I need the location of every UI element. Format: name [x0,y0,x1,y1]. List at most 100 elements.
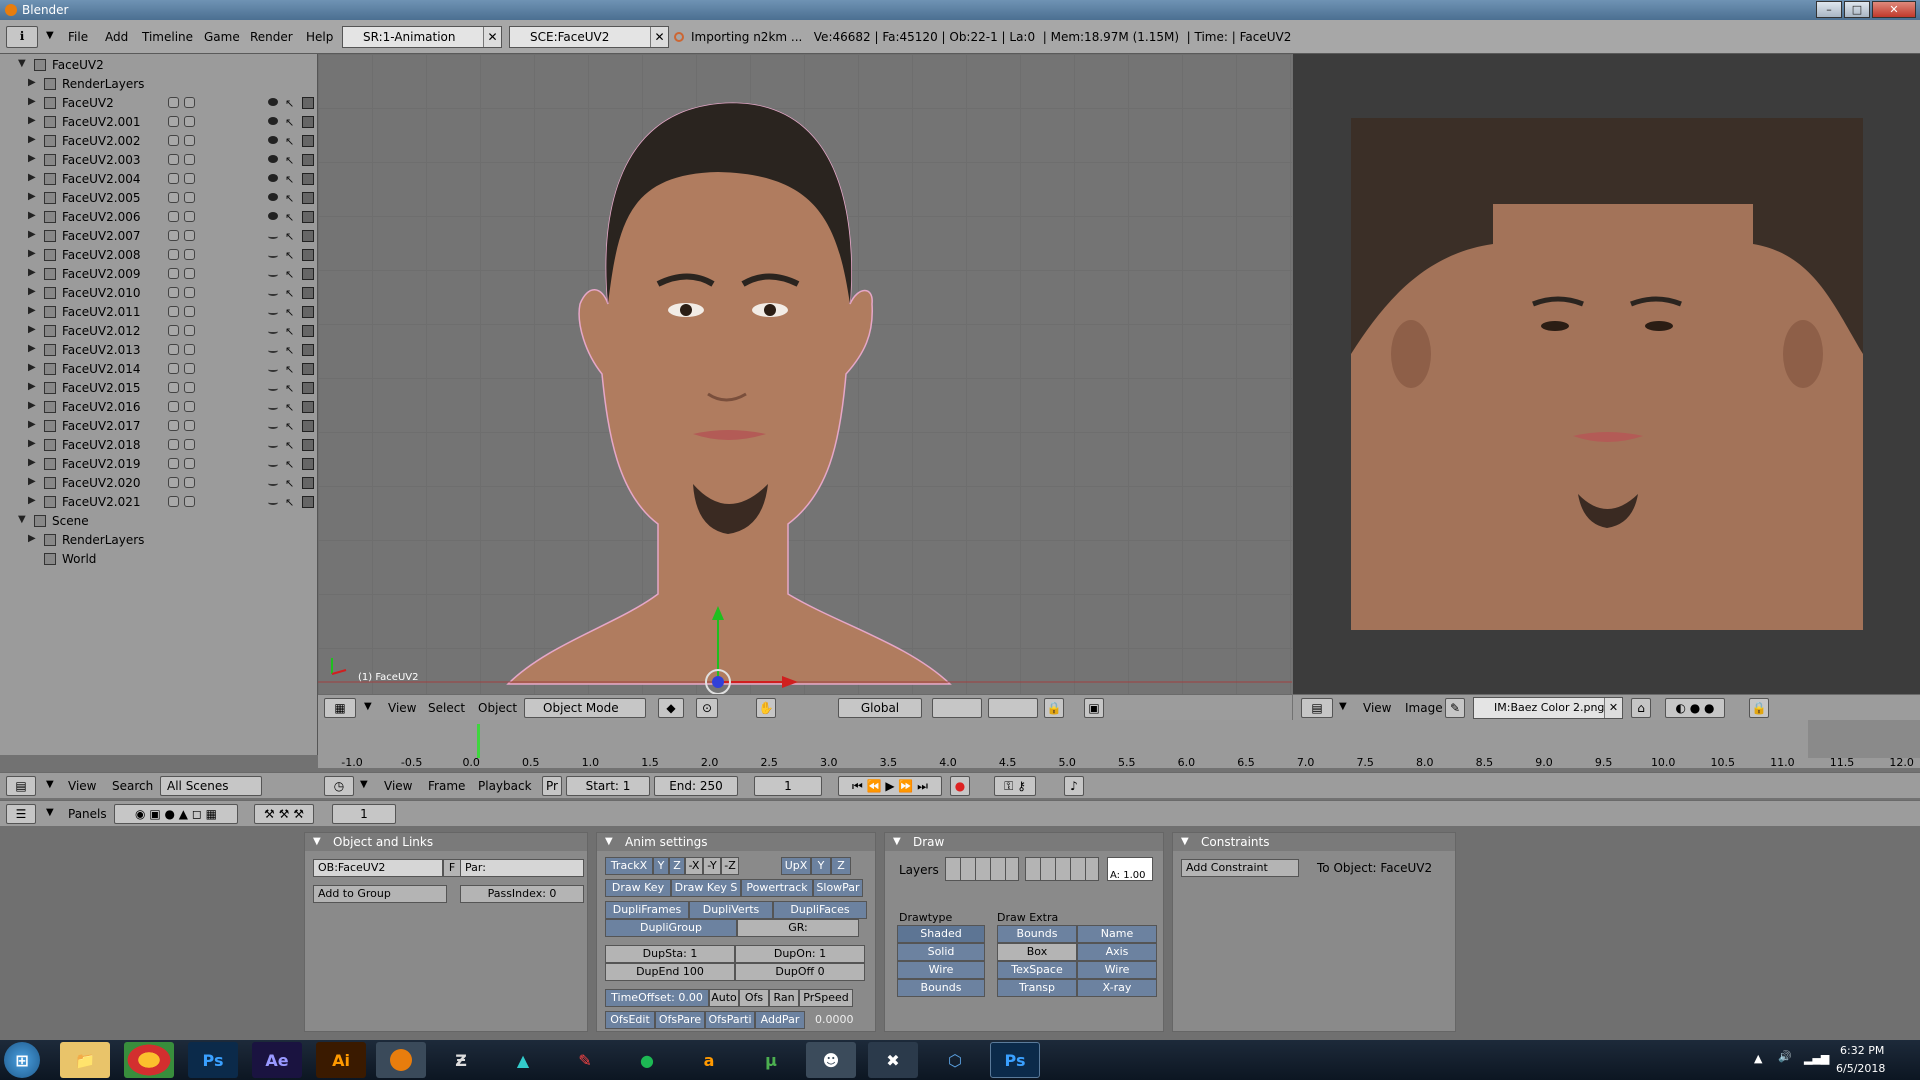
current-frame-field[interactable]: 1 [754,776,822,796]
pivot-icon[interactable]: ⊙ [696,698,718,718]
expand-triangle-icon[interactable]: ▶ [28,419,36,430]
dupli-mode-button[interactable]: DupliFaces [773,901,867,919]
timeline-editor-icon[interactable]: ◷ [324,776,354,796]
menu-timeline[interactable]: Timeline [142,30,193,44]
cube-app-icon[interactable]: ⬡ [930,1042,980,1078]
visibility-eye-icon[interactable] [268,234,278,239]
outliner-row[interactable]: ▶ RenderLayers [0,75,318,94]
lock-icon[interactable]: 🔒 [1044,698,1064,718]
drawtype-button[interactable]: Solid [897,943,985,961]
image-collapse-icon[interactable]: ▼ [1339,701,1347,712]
selectable-arrow-icon[interactable]: ↖ [285,249,295,262]
outliner-row[interactable]: World [0,550,318,569]
outliner-renderlayers-label[interactable]: RenderLayers [62,77,144,91]
dupoff-field[interactable]: DupOff 0 [735,963,865,981]
expand-triangle-icon[interactable]: ▶ [28,438,36,449]
drawextra-button[interactable]: Bounds [997,925,1077,943]
dupligroup-field[interactable]: GR: [737,919,859,937]
drawextra-button[interactable]: TexSpace [997,961,1077,979]
dupligroup-button[interactable]: DupliGroup [605,919,737,937]
visibility-eye-icon[interactable] [268,329,278,334]
timeline-menu-view[interactable]: View [384,779,412,793]
utorrent-icon[interactable]: µ [746,1042,796,1078]
timeoffset-button[interactable]: Auto [709,989,739,1007]
image-menu-view[interactable]: View [1363,701,1391,715]
layer-buttons-2[interactable] [1025,857,1099,881]
selectable-arrow-icon[interactable]: ↖ [285,306,295,319]
visibility-eye-icon[interactable] [268,424,278,429]
preview-range-button[interactable]: Pr [542,776,562,796]
mudbox-icon[interactable]: ▲ [498,1042,548,1078]
selectable-arrow-icon[interactable]: ↖ [285,363,295,376]
selectable-arrow-icon[interactable]: ↖ [285,496,295,509]
outliner-row[interactable]: ▶ FaceUV2.004 ↖ [0,170,318,189]
renderable-camera-icon[interactable] [302,420,314,432]
pin-icon[interactable]: ⌂ [1631,698,1651,718]
context-tabs[interactable]: ◉ ▣ ● ▲ ◻ ▦ [114,804,238,824]
dupend-field[interactable]: DupEnd 100 [605,963,735,981]
visibility-eye-icon[interactable] [268,462,278,467]
outliner-row[interactable]: ▶ RenderLayers [0,531,318,550]
timeoffset-button[interactable]: TimeOffset: 0.00 [605,989,709,1007]
expand-triangle-icon[interactable]: ▶ [28,115,36,126]
visibility-eye-icon[interactable] [268,193,278,201]
expand-triangle-icon[interactable]: ▶ [28,457,36,468]
renderable-camera-icon[interactable] [302,154,314,166]
outliner-row[interactable]: ▶ FaceUV2.014 ↖ [0,360,318,379]
parent-field[interactable]: Par: [460,859,584,877]
screen-delete-icon[interactable]: ✕ [483,27,501,47]
selectable-arrow-icon[interactable]: ↖ [285,211,295,224]
mode-selector[interactable]: Object Mode [524,698,646,718]
outliner-object-label[interactable]: FaceUV2.007 [62,229,140,243]
up-axis-button[interactable]: UpX [781,857,811,875]
selectable-arrow-icon[interactable]: ↖ [285,439,295,452]
dupon-field[interactable]: DupOn: 1 [735,945,865,963]
viewport-menu-view[interactable]: View [388,701,416,715]
expand-triangle-icon[interactable]: ▶ [28,381,36,392]
game-icon[interactable]: ☻ [806,1042,856,1078]
renderable-camera-icon[interactable] [302,439,314,451]
expand-triangle-icon[interactable]: ▶ [28,343,36,354]
visibility-eye-icon[interactable] [268,98,278,106]
info-editor-icon[interactable]: ℹ [6,26,38,48]
render-icon[interactable]: ▣ [1084,698,1104,718]
audio-icon[interactable]: ♪ [1064,776,1084,796]
selectable-arrow-icon[interactable]: ↖ [285,230,295,243]
timeline-menu-playback[interactable]: Playback [478,779,532,793]
outliner-scene-renderlayers-label[interactable]: RenderLayers [62,533,144,547]
blender-taskbar-icon[interactable] [376,1042,426,1078]
expand-triangle-icon[interactable]: ▶ [28,153,36,164]
selectable-arrow-icon[interactable]: ↖ [285,97,295,110]
outliner-editor-icon[interactable]: ▤ [6,776,36,796]
outliner-scene-label[interactable]: Scene [52,514,89,528]
expand-triangle-icon[interactable]: ▶ [28,77,36,88]
clock-date[interactable]: 6/5/2018 [1836,1062,1885,1075]
alpha-color-field[interactable]: A: 1.00 [1107,857,1153,881]
network-icon[interactable]: ▂▄▆ [1804,1052,1829,1065]
visibility-eye-icon[interactable] [268,481,278,486]
image-editor[interactable]: ▤ ▼ View Image ✎ IM:Baez Color 2.png ✕ ⌂ … [1293,54,1920,720]
expand-triangle-icon[interactable]: ▶ [28,191,36,202]
drawextra-button[interactable]: X-ray [1077,979,1157,997]
selectable-arrow-icon[interactable]: ↖ [285,420,295,433]
track-axis-button[interactable]: Z [669,857,685,875]
timeline-collapse-icon[interactable]: ▼ [360,779,368,790]
outliner-object-label[interactable]: FaceUV2.013 [62,343,140,357]
pencil-app-icon[interactable]: ✎ [560,1042,610,1078]
panel-constraints-title[interactable]: Constraints [1173,833,1455,851]
maximize-button[interactable]: □ [1844,1,1870,18]
renderable-camera-icon[interactable] [302,382,314,394]
outliner-row[interactable]: ▶ FaceUV2.010 ↖ [0,284,318,303]
anim-draw-button[interactable]: SlowPar [813,879,863,897]
visibility-eye-icon[interactable] [268,367,278,372]
outliner-object-label[interactable]: FaceUV2.009 [62,267,140,281]
add-constraint-button[interactable]: Add Constraint [1181,859,1299,877]
visibility-eye-icon[interactable] [268,291,278,296]
outliner-row[interactable]: ▶ FaceUV2.019 ↖ [0,455,318,474]
illustrator-icon[interactable]: Ai [316,1042,366,1078]
outliner-row[interactable]: ▶ FaceUV2.009 ↖ [0,265,318,284]
amazon-icon[interactable]: a [684,1042,734,1078]
outliner-row[interactable]: ▶ FaceUV2.020 ↖ [0,474,318,493]
renderable-camera-icon[interactable] [302,211,314,223]
drawtype-button[interactable]: Shaded [897,925,985,943]
